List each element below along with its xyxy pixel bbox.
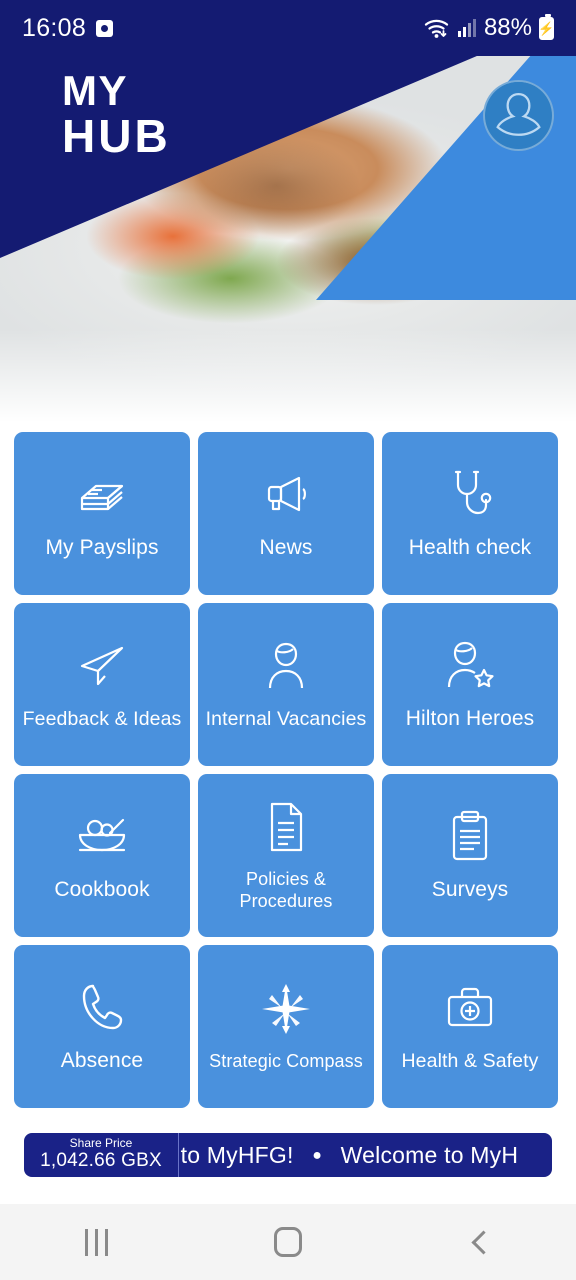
tile-absence[interactable]: Absence	[14, 945, 190, 1108]
share-price-ticker[interactable]: Share Price 1,042.66 GBX come to MyHFG! …	[24, 1133, 552, 1177]
wifi-icon	[424, 19, 449, 38]
marquee-segment-a: come to MyHFG!	[179, 1141, 294, 1168]
tile-label: Absence	[60, 1049, 144, 1073]
compass-rose-icon	[259, 979, 313, 1039]
logo-line-1: MY	[62, 67, 128, 114]
share-price-value: 1,042.66 GBX	[40, 1150, 162, 1172]
app-header-hero: MY HUB	[0, 0, 576, 422]
tile-label: News	[259, 536, 313, 560]
avatar-person-glyph	[486, 82, 551, 146]
status-bar-left: 16:08	[22, 13, 114, 43]
back-icon[interactable]	[432, 1214, 528, 1270]
app-tile-grid: My Payslips News Health check Feedback &…	[14, 432, 562, 1108]
tile-health-check[interactable]: Health check	[382, 432, 558, 595]
tile-label: Cookbook	[54, 878, 150, 902]
marquee-viewport: come to MyHFG! ● Welcome to MyH	[179, 1133, 552, 1177]
user-avatar-icon[interactable]	[483, 80, 554, 151]
tile-health-safety[interactable]: Health & Safety	[382, 945, 558, 1108]
tile-feedback-ideas[interactable]: Feedback & Ideas	[14, 603, 190, 766]
document-icon	[266, 797, 306, 857]
tile-label: Surveys	[431, 878, 509, 902]
home-icon[interactable]	[240, 1214, 336, 1270]
status-clock: 16:08	[22, 13, 87, 42]
marquee-text: come to MyHFG! ● Welcome to MyH	[179, 1142, 518, 1169]
stethoscope-icon	[447, 464, 493, 524]
megaphone-icon	[259, 464, 313, 524]
tile-policies-procedures[interactable]: Policies & Procedures	[198, 774, 374, 937]
app-logo: MY HUB	[62, 67, 171, 162]
cellular-signal-icon	[457, 19, 476, 37]
tile-label: Policies & Procedures	[239, 869, 333, 911]
tile-hilton-heroes[interactable]: Hilton Heroes	[382, 603, 558, 766]
food-bowl-icon	[74, 806, 130, 866]
first-aid-kit-icon	[444, 978, 496, 1038]
clipboard-icon	[449, 806, 491, 866]
tile-internal-vacancies[interactable]: Internal Vacancies	[198, 603, 374, 766]
marquee-segment-b: Welcome to MyH	[340, 1141, 519, 1168]
marquee-separator: ●	[312, 1147, 323, 1165]
tile-my-payslips[interactable]: My Payslips	[14, 432, 190, 595]
tile-label: Hilton Heroes	[405, 707, 535, 731]
tile-news[interactable]: News	[198, 432, 374, 595]
alarm-icon	[96, 19, 114, 37]
tile-label: My Payslips	[45, 536, 159, 560]
tile-surveys[interactable]: Surveys	[382, 774, 558, 937]
tile-label: Health & Safety	[401, 1050, 539, 1072]
status-bar: 16:08 88% ⚡	[0, 0, 576, 56]
tile-strategic-compass[interactable]: Strategic Compass	[198, 945, 374, 1108]
tile-label: Internal Vacancies	[205, 708, 367, 730]
battery-percent-label: 88%	[483, 14, 532, 41]
tile-label: Strategic Compass	[209, 1050, 363, 1071]
banknotes-icon	[74, 464, 130, 524]
phone-icon	[79, 977, 125, 1037]
person-star-icon	[444, 635, 496, 695]
status-bar-right: 88% ⚡	[424, 13, 555, 42]
phone-screen: MY HUB 16:08 88% ⚡ My Payslips News Heal…	[0, 0, 576, 1280]
paper-plane-icon	[76, 636, 128, 696]
logo-line-2: HUB	[62, 109, 171, 162]
recents-icon[interactable]	[48, 1214, 144, 1270]
tile-label: Health check	[408, 536, 532, 560]
android-nav-bar	[0, 1204, 576, 1280]
share-price-block: Share Price 1,042.66 GBX	[24, 1133, 179, 1177]
tile-label: Feedback & Ideas	[22, 708, 182, 730]
battery-charging-icon: ⚡	[538, 13, 555, 40]
share-price-label: Share Price	[69, 1136, 133, 1150]
person-icon	[263, 636, 309, 696]
tile-cookbook[interactable]: Cookbook	[14, 774, 190, 937]
